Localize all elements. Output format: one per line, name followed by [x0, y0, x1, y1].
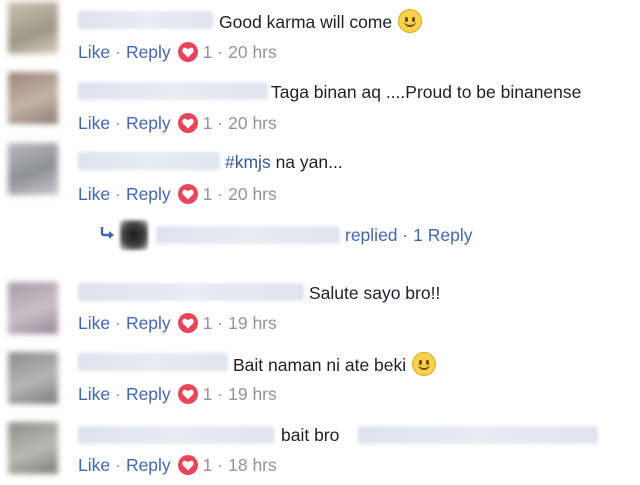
commenter-name-blurred[interactable] [78, 82, 268, 100]
reaction-count[interactable]: 1 [203, 384, 213, 404]
reply-link[interactable]: Reply [126, 455, 171, 475]
commenter-name-blurred[interactable] [78, 283, 304, 301]
commenter-name-blurred[interactable] [78, 11, 213, 29]
reply-arrow-icon [100, 227, 114, 239]
reaction-count[interactable]: 1 [203, 184, 213, 204]
avatar[interactable] [8, 282, 58, 334]
avatar[interactable] [8, 143, 58, 195]
comment-text: Taga binan aq ....Proud to be binanense [271, 81, 581, 103]
comment-actions: Like · Reply 1 · 19 hrs [78, 313, 277, 333]
reaction-count[interactable]: 1 [203, 455, 213, 475]
like-link[interactable]: Like [78, 384, 110, 404]
reply-link[interactable]: Reply [126, 313, 171, 333]
comment-actions: Like · Reply 1 · 18 hrs [78, 455, 277, 475]
comment-body: Taga binan aq ....Proud to be binanense [271, 82, 582, 102]
timestamp[interactable]: 19 hrs [228, 313, 277, 333]
reaction-count[interactable]: 1 [203, 113, 213, 133]
heart-reaction-icon[interactable] [177, 384, 198, 404]
comment-actions: Like · Reply 1 · 19 hrs [78, 384, 277, 404]
commenter-name-blurred[interactable] [78, 152, 220, 170]
like-link[interactable]: Like [78, 455, 110, 475]
reply-link[interactable]: Reply [126, 113, 171, 133]
reply-link[interactable]: Reply [126, 184, 171, 204]
comment-text: Bait naman ni ate beki [233, 352, 437, 376]
timestamp[interactable]: 18 hrs [228, 455, 277, 475]
replier-name-blurred[interactable] [156, 226, 340, 244]
hashtag-link[interactable]: #kmjs [225, 152, 271, 172]
reply-link[interactable]: Reply [126, 384, 171, 404]
like-link[interactable]: Like [78, 42, 110, 62]
like-link[interactable]: Like [78, 184, 110, 204]
commenter-name-blurred[interactable] [78, 426, 274, 444]
comment-body: bait bro [281, 425, 340, 445]
comment-text: #kmjs na yan... [225, 151, 343, 173]
comment-text: bait bro [281, 424, 339, 446]
heart-reaction-icon[interactable] [177, 184, 198, 204]
timestamp[interactable]: 20 hrs [228, 113, 277, 133]
comment-actions: Like · Reply 1 · 20 hrs [78, 42, 277, 62]
comment-body: Good karma will come [219, 12, 393, 32]
smile-emoji-icon [412, 352, 437, 376]
smile-emoji-icon [398, 9, 423, 33]
timestamp[interactable]: 20 hrs [228, 184, 277, 204]
reaction-count[interactable]: 1 [203, 42, 213, 62]
comment-body: Bait naman ni ate beki [233, 355, 407, 375]
reply-link[interactable]: Reply [126, 42, 171, 62]
timestamp[interactable]: 20 hrs [228, 42, 277, 62]
avatar[interactable] [8, 352, 58, 404]
like-link[interactable]: Like [78, 113, 110, 133]
heart-reaction-icon[interactable] [177, 313, 198, 333]
avatar[interactable] [8, 72, 58, 124]
comment-actions: Like · Reply 1 · 20 hrs [78, 184, 277, 204]
like-link[interactable]: Like [78, 313, 110, 333]
comment-body: Salute sayo bro!! [309, 283, 441, 303]
heart-reaction-icon[interactable] [177, 455, 198, 475]
reply-avatar[interactable] [120, 220, 148, 250]
comment-text: Good karma will come [219, 9, 423, 33]
comment-text: Salute sayo bro!! [309, 282, 440, 304]
timestamp[interactable]: 19 hrs [228, 384, 277, 404]
heart-reaction-icon[interactable] [177, 113, 198, 133]
avatar[interactable] [8, 422, 58, 474]
comment-actions: Like · Reply 1 · 20 hrs [78, 113, 277, 133]
tagged-name-blurred[interactable] [358, 426, 598, 444]
comment-body: na yan... [270, 152, 343, 172]
reaction-count[interactable]: 1 [203, 313, 213, 333]
commenter-name-blurred[interactable] [78, 353, 228, 371]
avatar[interactable] [8, 2, 58, 54]
reply-link-text[interactable]: replied · 1 Reply [345, 222, 472, 248]
heart-reaction-icon[interactable] [177, 42, 198, 62]
